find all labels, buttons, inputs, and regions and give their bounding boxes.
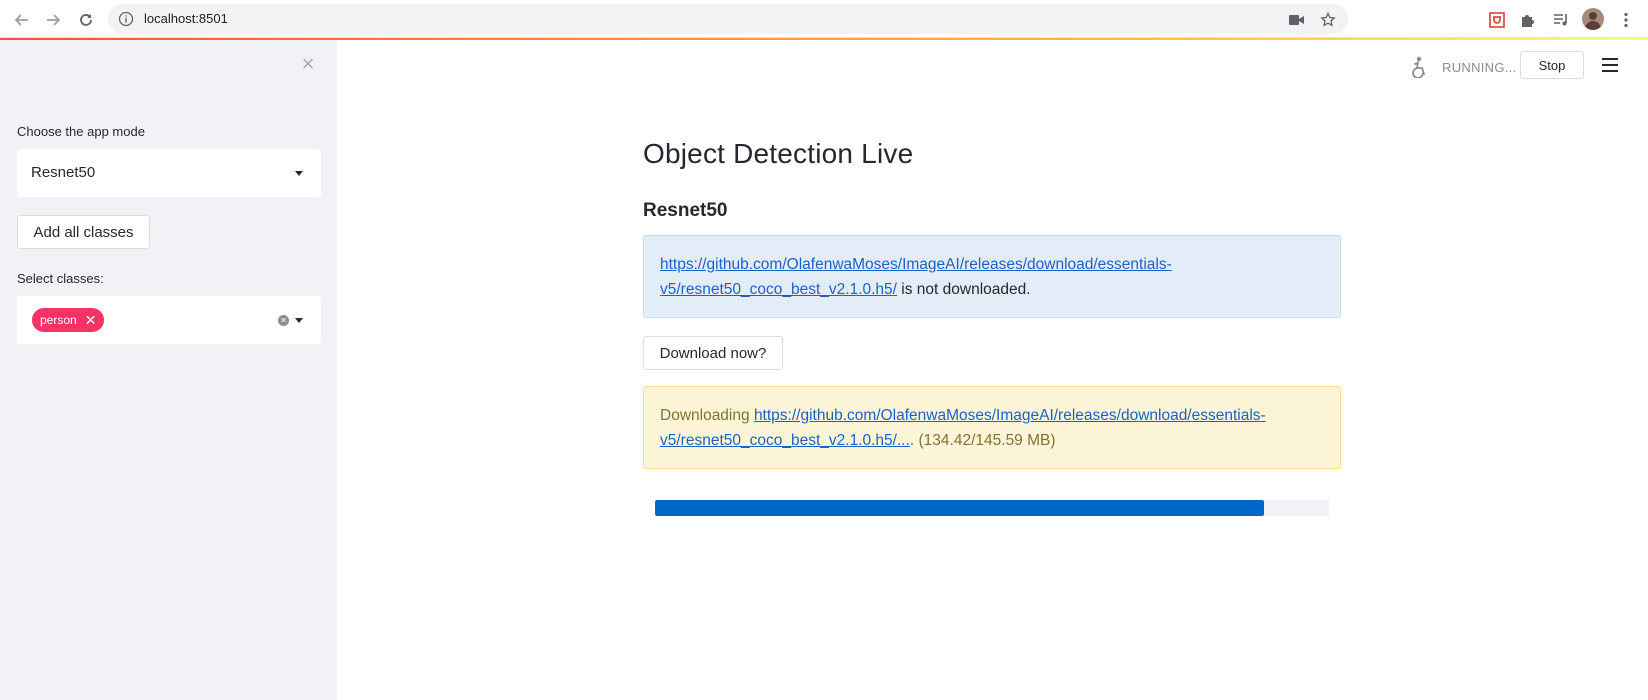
media-icon[interactable] xyxy=(1551,10,1571,30)
address-bar[interactable]: localhost:8501 xyxy=(108,4,1348,34)
info-alert: https://github.com/OlafenwaMoses/ImageAI… xyxy=(643,235,1341,318)
url-text: localhost:8501 xyxy=(144,11,228,26)
sidebar: × Choose the app mode Resnet50 Add all c… xyxy=(0,40,337,700)
info-suffix: is not downloaded. xyxy=(896,281,1031,298)
chevron-down-icon[interactable] xyxy=(295,318,303,323)
back-icon[interactable] xyxy=(11,9,33,31)
close-icon[interactable]: × xyxy=(298,53,318,75)
app-mode-select[interactable]: Resnet50 xyxy=(17,149,321,197)
camera-icon[interactable] xyxy=(1288,11,1306,29)
add-all-classes-button[interactable]: Add all classes xyxy=(17,215,150,249)
stop-button[interactable]: Stop xyxy=(1520,51,1584,79)
menu-dots-icon[interactable] xyxy=(1616,10,1636,30)
download-now-button[interactable]: Download now? xyxy=(643,336,783,370)
running-man-icon xyxy=(1408,56,1428,79)
class-tag-label: person xyxy=(40,313,77,327)
puzzle-icon[interactable] xyxy=(1518,10,1538,30)
running-status: RUNNING... xyxy=(1442,60,1517,75)
info-icon[interactable] xyxy=(118,11,134,27)
warning-alert: Downloading https://github.com/OlafenwaM… xyxy=(643,386,1341,469)
forward-icon[interactable] xyxy=(42,9,64,31)
app-mode-label: Choose the app mode xyxy=(17,124,145,139)
clear-all-icon[interactable]: ✕ xyxy=(278,315,289,326)
select-classes-label: Select classes: xyxy=(17,271,104,286)
class-tag-person: person ✕ xyxy=(32,308,105,332)
profile-avatar[interactable] xyxy=(1582,8,1604,30)
download-progress-bar xyxy=(655,500,1329,516)
app-mode-value: Resnet50 xyxy=(31,164,96,181)
page-title: Object Detection Live xyxy=(643,138,914,169)
hamburger-icon[interactable] xyxy=(1602,58,1618,72)
warn-suffix: . (134.42/145.59 MB) xyxy=(909,432,1056,449)
extension-icon[interactable] xyxy=(1487,10,1507,30)
reload-icon[interactable] xyxy=(75,9,97,31)
classes-multiselect[interactable]: person ✕ ✕ xyxy=(17,296,321,344)
progress-fill xyxy=(655,500,1264,516)
star-icon[interactable] xyxy=(1319,11,1337,29)
model-subheader: Resnet50 xyxy=(643,200,728,221)
main-content: RUNNING... Stop Object Detection Live Re… xyxy=(337,40,1648,700)
chevron-down-icon[interactable] xyxy=(295,171,303,176)
warn-prefix: Downloading xyxy=(660,407,754,424)
remove-tag-icon[interactable]: ✕ xyxy=(85,313,97,327)
browser-toolbar: localhost:8501 xyxy=(0,0,1648,38)
